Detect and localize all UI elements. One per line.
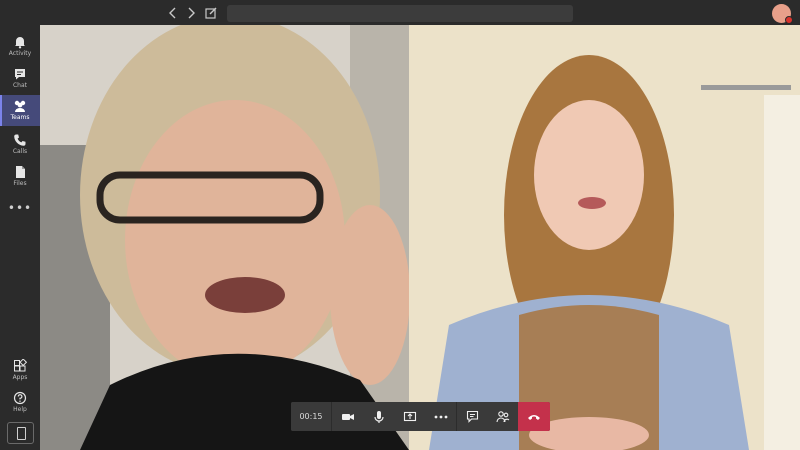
- microphone-icon: [373, 410, 385, 424]
- title-bar: [0, 0, 800, 25]
- participant-photo-right: [409, 25, 800, 450]
- app-rail: Activity Chat Teams Calls Files ••• Apps: [0, 25, 40, 450]
- more-icon: [434, 415, 448, 419]
- rail-item-label: Teams: [10, 114, 30, 121]
- more-options-button[interactable]: [425, 402, 456, 431]
- participant-video-right: [409, 25, 800, 450]
- rail-item-teams[interactable]: Teams: [0, 95, 40, 126]
- rail-item-label: Chat: [12, 82, 28, 89]
- search-input[interactable]: [227, 5, 573, 22]
- notification-badge: [785, 16, 793, 24]
- hang-up-icon: [527, 413, 541, 421]
- rail-item-help[interactable]: Help: [0, 387, 40, 418]
- compose-icon[interactable]: [203, 5, 219, 21]
- rail-item-label: Files: [13, 180, 27, 187]
- teams-icon: [0, 98, 40, 114]
- apps-icon: [0, 358, 40, 374]
- more-apps-button[interactable]: •••: [0, 201, 40, 217]
- more-icon: •••: [7, 201, 33, 215]
- camera-icon: [341, 411, 355, 423]
- rail-item-label: Activity: [8, 50, 32, 57]
- rail-item-label: Apps: [12, 374, 28, 381]
- show-conversation-button[interactable]: [456, 402, 487, 431]
- share-screen-button[interactable]: [394, 402, 425, 431]
- rail-item-apps[interactable]: Apps: [0, 355, 40, 386]
- participants-icon: [495, 410, 510, 423]
- help-icon: [0, 390, 40, 406]
- call-controls-bar: 00:15: [291, 402, 550, 431]
- rail-item-calls[interactable]: Calls: [0, 129, 40, 160]
- mobile-device-icon[interactable]: [7, 422, 34, 444]
- call-timer: 00:15: [291, 402, 332, 431]
- rail-item-chat[interactable]: Chat: [0, 63, 40, 94]
- share-screen-icon: [403, 410, 417, 423]
- microphone-button[interactable]: [363, 402, 394, 431]
- bell-icon: [0, 34, 40, 50]
- rail-item-label: Help: [13, 406, 27, 413]
- participants-button[interactable]: [487, 402, 518, 431]
- avatar[interactable]: [772, 4, 793, 24]
- hang-up-button[interactable]: [518, 402, 550, 431]
- chat-icon: [0, 66, 40, 82]
- participant-video-left: [40, 25, 409, 450]
- camera-button[interactable]: [332, 402, 363, 431]
- rail-item-files[interactable]: Files: [0, 161, 40, 192]
- participant-photo-left: [40, 25, 409, 450]
- phone-icon: [0, 132, 40, 148]
- rail-item-label: Calls: [12, 148, 28, 155]
- rail-item-activity[interactable]: Activity: [0, 31, 40, 62]
- back-chevron-icon[interactable]: [165, 5, 181, 21]
- file-icon: [0, 164, 40, 180]
- forward-chevron-icon[interactable]: [183, 5, 199, 21]
- chat-icon: [466, 410, 479, 423]
